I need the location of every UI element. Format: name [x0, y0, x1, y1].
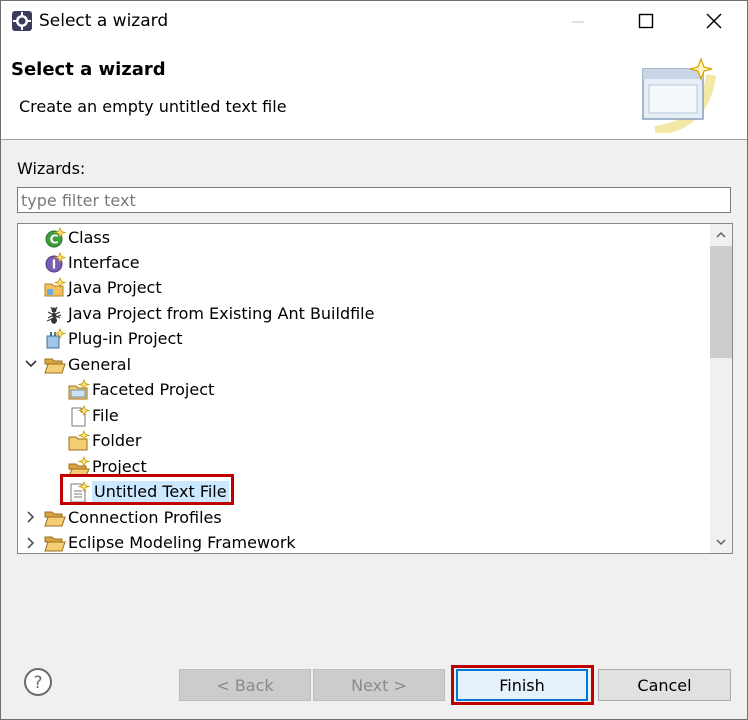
- selection-highlight: [60, 474, 234, 505]
- help-icon[interactable]: ?: [23, 667, 53, 697]
- back-button-label: < Back: [216, 675, 274, 695]
- tree-item-label: Plug-in Project: [68, 329, 183, 348]
- java-interface-icon: I: [45, 251, 66, 272]
- svg-text:C: C: [50, 232, 59, 246]
- scroll-up-button[interactable]: [710, 224, 732, 246]
- tree-item-faceted-project[interactable]: Faceted Project: [68, 377, 214, 402]
- tree-item-file[interactable]: File: [68, 403, 119, 428]
- faceted-project-icon: [68, 378, 90, 399]
- tree-item-eclipse-modeling-framework[interactable]: Eclipse Modeling Framework: [44, 530, 296, 553]
- tree-item-label: Java Project: [68, 278, 162, 297]
- tree-item-general[interactable]: General: [44, 352, 131, 377]
- tree-item-java-project[interactable]: Java Project: [44, 275, 162, 300]
- close-button[interactable]: [691, 1, 737, 41]
- wizard-header: Select a wizard Create an empty untitled…: [1, 41, 747, 140]
- wizards-label: Wizards:: [17, 159, 86, 178]
- tree-item-label: General: [68, 355, 132, 374]
- header-description: Create an empty untitled text file: [19, 97, 287, 116]
- finish-highlight: [451, 665, 594, 705]
- back-button[interactable]: < Back: [179, 669, 311, 701]
- chevron-right-icon[interactable]: [24, 510, 38, 524]
- ant-icon: [46, 306, 62, 324]
- java-class-icon: C: [45, 226, 66, 247]
- tree-item-label: Interface: [68, 253, 140, 272]
- header-title: Select a wizard: [11, 59, 166, 80]
- scroll-thumb[interactable]: [710, 246, 732, 358]
- folder-open-icon: [44, 511, 66, 526]
- tree-item-label: Faceted Project: [92, 380, 215, 399]
- tree-item-ant-buildfile[interactable]: Java Project from Existing Ant Buildfile: [44, 301, 374, 326]
- new-file-icon: [71, 404, 90, 426]
- chevron-right-icon[interactable]: [24, 536, 38, 550]
- scroll-down-button[interactable]: [710, 531, 732, 553]
- tree-item-label: Class: [68, 228, 111, 247]
- tree-item-label: Eclipse Modeling Framework: [68, 533, 296, 552]
- next-button-label: Next >: [351, 675, 407, 695]
- tree-item-label: Folder: [92, 431, 142, 450]
- select-wizard-dialog: Select a wizard Select a wizard Create a…: [0, 0, 748, 720]
- minimize-button[interactable]: [555, 1, 601, 41]
- tree-item-label: File: [92, 406, 119, 425]
- folder-open-icon: [44, 536, 66, 551]
- maximize-button[interactable]: [623, 1, 669, 41]
- title-bar: Select a wizard: [1, 1, 747, 41]
- minimize-icon: [572, 21, 584, 23]
- close-icon: [706, 13, 722, 29]
- svg-text:?: ?: [33, 673, 42, 693]
- window-title: Select a wizard: [39, 11, 169, 31]
- cancel-button[interactable]: Cancel: [598, 669, 731, 701]
- tree-item-label: Connection Profiles: [68, 508, 222, 527]
- chevron-down-icon[interactable]: [24, 357, 38, 371]
- tree-item-label: Java Project from Existing Ant Buildfile: [68, 304, 375, 323]
- tree-scrollbar[interactable]: [710, 224, 732, 553]
- tree-item-class[interactable]: C Class: [44, 225, 110, 250]
- tree-item-interface[interactable]: I Interface: [44, 250, 140, 275]
- maximize-icon: [638, 13, 654, 29]
- next-button[interactable]: Next >: [313, 669, 445, 701]
- chevron-down-icon: [716, 539, 726, 546]
- wizard-banner-icon: [642, 57, 716, 133]
- chevron-up-icon: [716, 231, 726, 238]
- tree-item-connection-profiles[interactable]: Connection Profiles: [44, 505, 222, 530]
- eclipse-app-icon: [12, 11, 32, 31]
- tree-item-folder[interactable]: Folder: [68, 428, 141, 453]
- svg-text:I: I: [52, 257, 56, 271]
- filter-input[interactable]: [17, 187, 731, 213]
- java-project-icon: [44, 276, 66, 296]
- folder-open-icon: [44, 358, 66, 373]
- cancel-button-label: Cancel: [637, 675, 692, 695]
- new-folder-icon: [68, 429, 90, 450]
- tree-item-plugin-project[interactable]: Plug-in Project: [44, 326, 183, 351]
- wizard-tree[interactable]: C Class I Interface Java Project Java Pr…: [17, 223, 733, 554]
- plugin-project-icon: [46, 327, 66, 348]
